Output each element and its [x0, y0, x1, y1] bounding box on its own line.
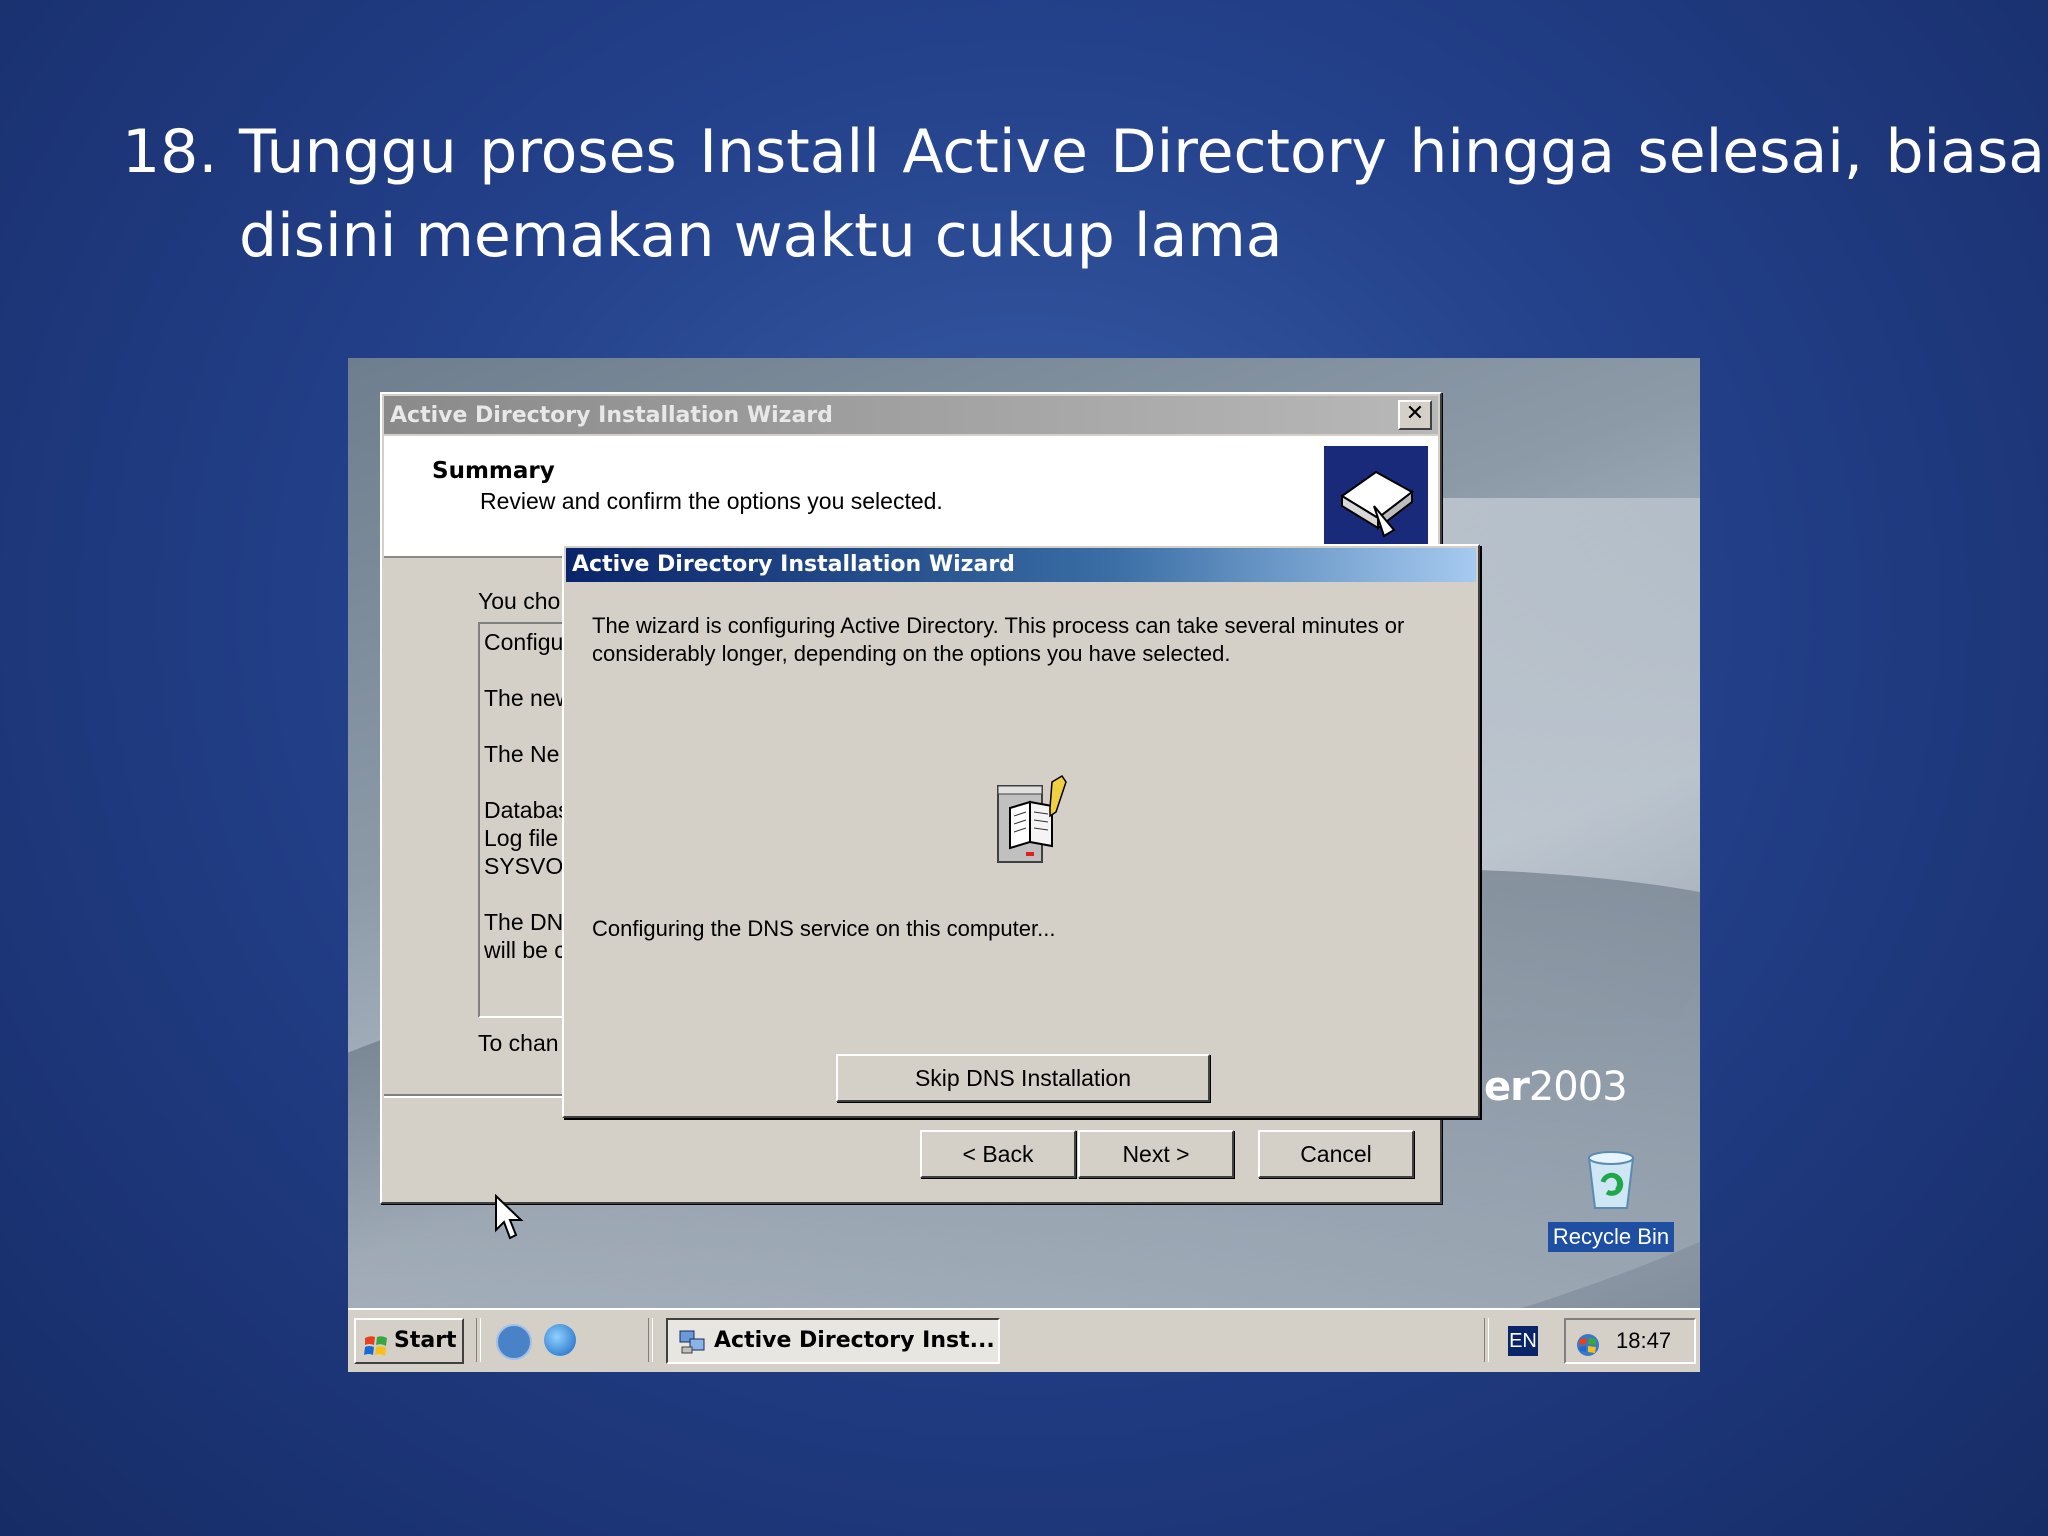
windows-update-icon[interactable] — [1574, 1329, 1602, 1356]
recycle-bin-label: Recycle Bin — [1547, 1222, 1675, 1252]
step-text-line-2: disini memakan waktu cukup lama — [239, 201, 1283, 271]
windows-logo-icon — [364, 1330, 388, 1356]
active-directory-book-icon — [1324, 446, 1428, 550]
toolbar-divider — [476, 1318, 481, 1362]
recycle-bin-icon — [1583, 1148, 1639, 1212]
skip-dns-installation-button[interactable]: Skip DNS Installation — [836, 1054, 1210, 1102]
system-tray: 18:47 — [1564, 1318, 1696, 1364]
back-button[interactable]: < Back — [920, 1130, 1076, 1178]
network-computer-icon — [678, 1328, 706, 1354]
header-subtitle: Review and confirm the options you selec… — [480, 488, 943, 514]
server-book-icon — [992, 772, 1072, 868]
next-button[interactable]: Next > — [1078, 1130, 1234, 1178]
clock: 18:47 — [1616, 1328, 1672, 1353]
mouse-pointer-icon — [494, 1193, 524, 1244]
taskbar-window-button[interactable]: Active Directory Inst... — [666, 1318, 1000, 1364]
windows-screenshot: er2003 Recycle Bin Active Directory Inst… — [348, 358, 1700, 1372]
configuring-progress-dialog: Active Directory Installation Wizard The… — [562, 544, 1480, 1118]
progress-message: The wizard is configuring Active Directo… — [592, 613, 1405, 666]
step-number: 18. — [122, 117, 218, 187]
start-label: Start — [394, 1328, 457, 1353]
tray-divider — [1484, 1318, 1489, 1362]
taskbar-window-label: Active Directory Inst... — [714, 1328, 995, 1353]
progress-dialog-titlebar: Active Directory Installation Wizard — [566, 548, 1476, 582]
wizard-header: Summary Review and confirm the options y… — [384, 436, 1438, 558]
start-button[interactable]: Start — [354, 1318, 464, 1364]
header-title: Summary — [432, 458, 555, 484]
close-button[interactable]: ✕ — [1398, 400, 1432, 430]
step-text-line-1: Tunggu proses Install Active Directory h… — [239, 117, 2045, 187]
language-indicator[interactable]: EN — [1508, 1326, 1538, 1356]
window-title: Active Directory Installation Wizard — [390, 402, 833, 428]
change-instructions: To chan — [478, 1030, 559, 1056]
summary-intro-label: You cho — [478, 588, 561, 614]
progress-status: Configuring the DNS service on this comp… — [592, 916, 1056, 941]
windows-server-brand: er2003 — [1484, 1064, 1628, 1110]
recycle-bin-shortcut[interactable]: Recycle Bin — [1546, 1148, 1676, 1252]
show-desktop-icon[interactable] — [496, 1324, 532, 1360]
taskbar: Start Active Directory Inst... EN 18:47 — [348, 1308, 1700, 1372]
toolbar-divider — [648, 1318, 653, 1362]
internet-explorer-icon[interactable] — [544, 1324, 576, 1356]
cancel-button[interactable]: Cancel — [1258, 1130, 1414, 1178]
close-icon: ✕ — [1405, 401, 1425, 426]
summary-wizard-titlebar: Active Directory Installation Wizard ✕ — [384, 396, 1438, 434]
